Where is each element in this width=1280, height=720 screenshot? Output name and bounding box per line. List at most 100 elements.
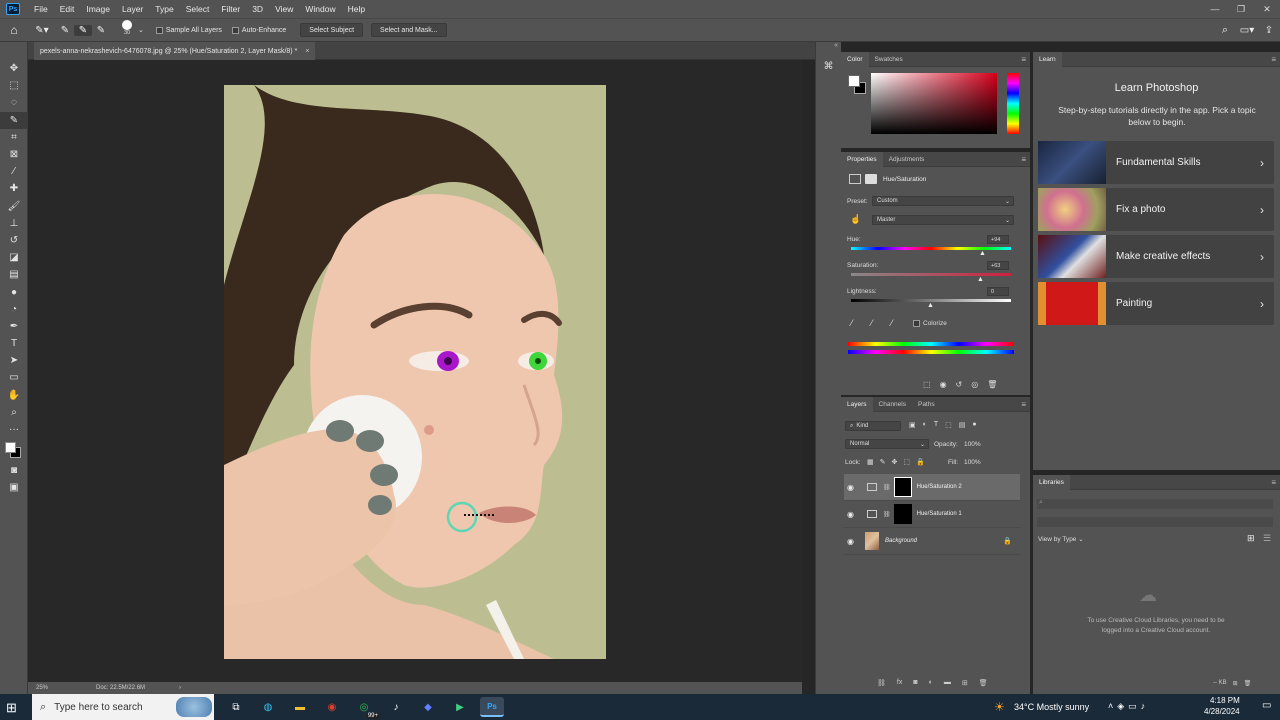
path-selection-icon[interactable]: ➤ — [0, 352, 28, 369]
lock-all-icon[interactable]: 🔒 — [916, 458, 925, 466]
foreground-swatch[interactable] — [848, 75, 860, 87]
tab-learn[interactable]: Learn — [1033, 51, 1062, 67]
quick-mask-icon[interactable]: ◙ — [0, 462, 28, 479]
auto-enhance-checkbox[interactable]: Auto-Enhance — [231, 26, 286, 34]
saturation-slider-thumb[interactable]: ▲ — [977, 276, 984, 283]
type-tool-icon[interactable]: T — [0, 335, 28, 352]
link-layers-icon[interactable]: ⛓ — [877, 679, 886, 687]
weather-text[interactable]: 34°C Mostly sunny — [1014, 702, 1089, 712]
lightness-value[interactable]: 0 — [987, 287, 1009, 296]
new-group-icon[interactable]: ▬ — [944, 679, 951, 687]
filter-adjustment-icon[interactable]: ◐ — [923, 421, 927, 429]
search-icon[interactable]: ⌕ — [1214, 24, 1236, 37]
minimize-icon[interactable]: — — [1202, 4, 1228, 14]
hand-tool-icon[interactable]: ✋ — [0, 387, 28, 404]
quick-selection-tool-icon[interactable]: ✎ — [0, 111, 28, 129]
shape-tool-icon[interactable]: ▭ — [0, 369, 28, 386]
mask-icon[interactable] — [865, 174, 877, 184]
libraries-search-input[interactable]: ⌕ — [1037, 499, 1273, 509]
delete-icon[interactable]: 🗑 — [987, 380, 997, 389]
menu-select[interactable]: Select — [180, 4, 216, 14]
zoom-tool-icon[interactable]: ⌕ — [0, 404, 28, 421]
layer-name[interactable]: Hue/Saturation 2 — [917, 484, 962, 490]
eyedropper-minus-icon[interactable]: ⁄ — [891, 318, 893, 328]
menu-3d[interactable]: 3D — [246, 4, 269, 14]
subtract-from-selection-icon[interactable]: ✎ — [92, 25, 110, 36]
layer-row[interactable]: ◉ ⛓ Hue/Saturation 1 — [844, 501, 1020, 528]
link-icon[interactable]: ⛓ — [883, 511, 891, 518]
move-tool-icon[interactable]: ✥ — [0, 60, 28, 77]
add-to-selection-icon[interactable]: ✎ — [74, 24, 92, 36]
lock-transparency-icon[interactable]: ▦ — [867, 458, 874, 466]
brush-tool-icon[interactable]: 🖌 — [0, 198, 28, 215]
eyedropper-plus-icon[interactable]: ⁄ — [871, 318, 873, 328]
sample-all-layers-checkbox[interactable]: Sample All Layers — [155, 26, 222, 34]
select-and-mask-button[interactable]: Select and Mask... — [371, 23, 447, 37]
delete-icon[interactable]: 🗑 — [1244, 680, 1252, 687]
eyedropper-icon[interactable]: ⁄ — [851, 318, 853, 328]
gradient-tool-icon[interactable]: ▤ — [0, 266, 28, 283]
grid-view-icon[interactable]: ⊞ — [1247, 533, 1255, 544]
more-tools-icon[interactable]: ··· — [0, 421, 28, 438]
clock-time[interactable]: 4:18 PM — [1210, 696, 1240, 705]
history-panel-icon[interactable]: ⌘ — [816, 56, 841, 76]
filter-type-icon[interactable]: T — [934, 421, 938, 429]
menu-help[interactable]: Help — [342, 4, 371, 14]
blend-mode-dropdown[interactable]: Normal ⌄ — [845, 439, 929, 449]
saturation-slider-track[interactable] — [851, 273, 1011, 276]
menu-window[interactable]: Window — [299, 4, 341, 14]
hue-slider[interactable] — [1007, 73, 1019, 134]
panel-menu-icon[interactable]: ≡ — [1271, 478, 1276, 487]
visibility-icon[interactable]: ◎ — [971, 380, 978, 389]
filter-pixel-icon[interactable]: ▣ — [909, 421, 916, 429]
clip-to-layer-icon[interactable]: ⬚ — [923, 380, 931, 389]
channel-dropdown[interactable]: Master ⌄ — [872, 215, 1014, 225]
tab-libraries[interactable]: Libraries — [1033, 474, 1070, 490]
home-icon[interactable]: ⌂ — [0, 23, 28, 37]
hue-slider-thumb[interactable]: ▲ — [979, 250, 986, 257]
reset-icon[interactable]: ↺ — [956, 380, 963, 389]
eye-icon[interactable]: ◉ — [847, 510, 861, 519]
clock-date[interactable]: 4/28/2024 — [1204, 707, 1240, 716]
layer-name[interactable]: Background — [885, 538, 917, 544]
saturation-value[interactable]: +63 — [987, 261, 1009, 270]
tiktok-icon[interactable]: ♪ — [384, 697, 408, 717]
lock-pixels-icon[interactable]: ✎ — [880, 458, 886, 466]
panel-menu-icon[interactable]: ≡ — [1021, 155, 1026, 164]
lightness-slider-thumb[interactable]: ▲ — [927, 302, 934, 309]
close-tab-icon[interactable]: × — [305, 48, 309, 55]
layer-name[interactable]: Hue/Saturation 1 — [917, 511, 962, 517]
eye-icon[interactable]: ◉ — [847, 537, 861, 546]
photoshop-taskbar-icon[interactable]: Ps — [480, 697, 504, 717]
opacity-value[interactable]: 100% — [964, 441, 981, 448]
panel-menu-icon[interactable]: ≡ — [1021, 400, 1026, 409]
app-icon[interactable]: ◆ — [416, 697, 440, 717]
eye-icon[interactable]: ◉ — [847, 483, 861, 492]
new-layer-icon[interactable]: ⊞ — [962, 679, 968, 687]
filter-kind-dropdown[interactable]: ⌕ Kind — [845, 421, 901, 431]
learn-item-fix-a-photo[interactable]: Fix a photo › — [1038, 188, 1274, 231]
menu-view[interactable]: View — [269, 4, 299, 14]
share-icon[interactable]: ⇪ — [1258, 25, 1280, 36]
lock-position-icon[interactable]: ✥ — [892, 458, 898, 466]
notifications-icon[interactable]: ▭ — [1262, 700, 1271, 711]
file-explorer-icon[interactable]: ▬ — [288, 697, 312, 717]
layer-row[interactable]: ◉ ⛓ Hue/Saturation 2 — [844, 474, 1020, 501]
panel-menu-icon[interactable]: ≡ — [1021, 55, 1026, 64]
task-view-icon[interactable]: ⧉ — [224, 697, 248, 717]
learn-item-fundamental-skills[interactable]: Fundamental Skills › — [1038, 141, 1274, 184]
filter-shape-icon[interactable]: ⬚ — [945, 421, 952, 429]
layer-mask-thumbnail[interactable] — [893, 477, 912, 497]
chevron-down-icon[interactable]: ⌄ — [138, 26, 144, 34]
powershell-icon[interactable]: ▶ — [448, 697, 472, 717]
fill-value[interactable]: 100% — [964, 459, 981, 466]
edge-icon[interactable]: ◍ — [256, 697, 280, 717]
restore-icon[interactable]: ❐ — [1228, 4, 1254, 15]
eraser-tool-icon[interactable]: ◪ — [0, 249, 28, 266]
photoshop-logo[interactable]: Ps — [6, 3, 20, 15]
learn-item-creative-effects[interactable]: Make creative effects › — [1038, 235, 1274, 278]
quick-selection-preset-icon[interactable]: ✎▾ — [28, 25, 56, 36]
tab-paths[interactable]: Paths — [912, 397, 941, 412]
preset-dropdown[interactable]: Custom ⌄ — [872, 196, 1014, 206]
menu-layer[interactable]: Layer — [116, 4, 149, 14]
